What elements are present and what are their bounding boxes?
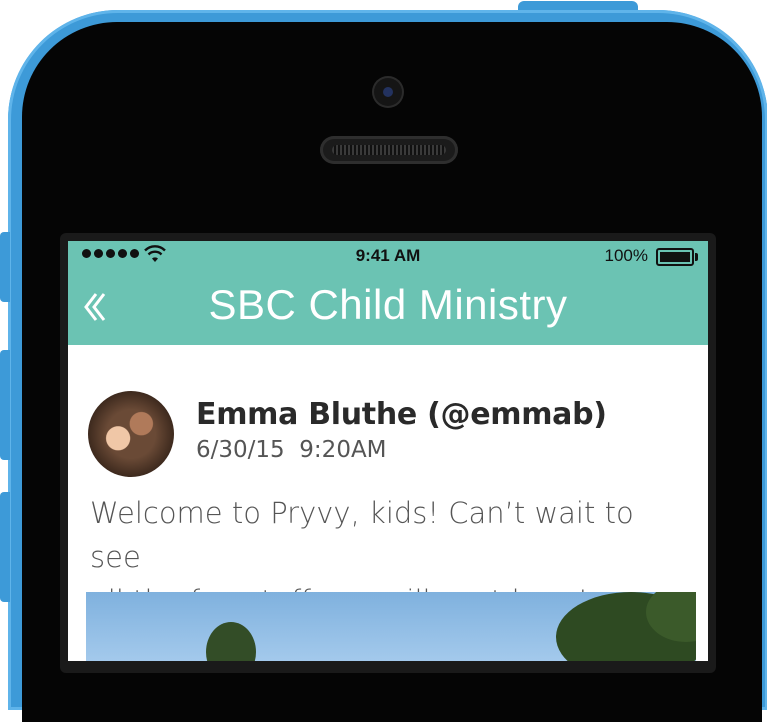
photo-tree bbox=[206, 622, 256, 661]
front-camera bbox=[374, 78, 402, 106]
app-screen: 9:41 AM 100% SBC Child Ministry Emma Blu… bbox=[68, 241, 708, 661]
earpiece-speaker bbox=[320, 136, 458, 164]
page-title: SBC Child Ministry bbox=[208, 281, 568, 328]
post-author[interactable]: Emma Bluthe (@emmab) bbox=[196, 397, 607, 432]
phone-volume-up bbox=[0, 350, 10, 460]
avatar[interactable] bbox=[88, 391, 174, 477]
post-date: 6/30/15 bbox=[196, 437, 285, 463]
post-time: 9:20AM bbox=[299, 437, 387, 463]
phone-volume-down bbox=[0, 492, 10, 602]
post-message-line: Welcome to Pryvy, kids! Can’t wait to se… bbox=[90, 496, 634, 574]
post-photo[interactable] bbox=[86, 592, 696, 661]
app-header: 9:41 AM 100% SBC Child Ministry bbox=[68, 241, 708, 345]
battery-percent: 100% bbox=[604, 246, 648, 265]
battery-icon bbox=[656, 248, 698, 266]
post-timestamp: 6/30/15 9:20AM bbox=[196, 437, 387, 463]
phone-side-button bbox=[0, 232, 10, 302]
status-bar: 9:41 AM 100% bbox=[68, 241, 708, 271]
